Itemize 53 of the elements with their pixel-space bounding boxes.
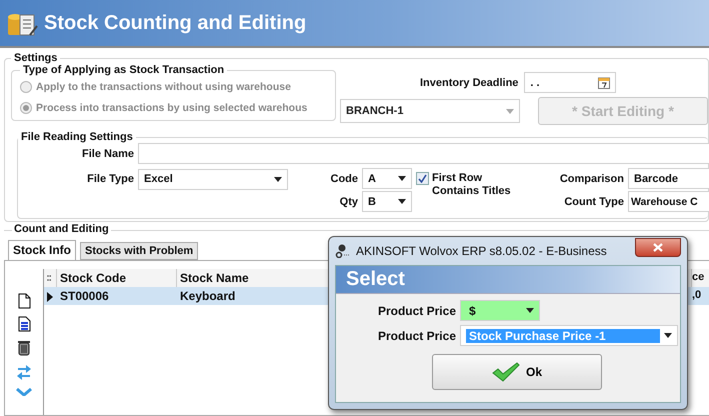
tab[interactable]: Stock Info [8, 240, 76, 260]
field-label: Inventory Deadline [420, 76, 518, 88]
date-field[interactable]: . . [524, 72, 616, 93]
field-label: Product Price [376, 304, 456, 318]
field-label: Comparison [558, 172, 624, 184]
ok-button[interactable]: Ok [432, 354, 602, 390]
caret-icon [664, 333, 672, 338]
swap-arrows-icon[interactable] [16, 363, 32, 381]
caret-icon [526, 308, 534, 313]
checkmark-icon [492, 362, 520, 382]
checkbox[interactable] [416, 172, 429, 185]
dropdown-value: $ [468, 304, 477, 318]
radio-label: Process into transactions by using selected warehous [36, 102, 308, 114]
caret-icon [398, 199, 406, 204]
table-cell-text: ,0 [692, 288, 702, 303]
dropdown-value: Stock Purchase Price -1 [466, 328, 660, 342]
group-title: File Reading Settings [20, 131, 134, 143]
close-button[interactable] [635, 238, 681, 256]
section-title: Count and Editing [12, 223, 111, 235]
dropdown[interactable]: $ [460, 300, 540, 321]
table-cell-text: Keyboard [179, 288, 236, 305]
dialog-heading: Select [336, 266, 680, 294]
caret-icon [398, 176, 406, 181]
trash-icon[interactable] [17, 339, 31, 356]
grip-icon [47, 274, 51, 282]
field-label: Count Type [563, 196, 624, 208]
table-cell-text: ST00006 [59, 288, 110, 305]
field-label: Code [330, 172, 358, 184]
comparison-field[interactable]: Barcode [628, 168, 709, 189]
dropdown[interactable]: B [362, 191, 412, 212]
field-label: Qty [338, 196, 358, 208]
dropdown[interactable]: Excel [138, 168, 288, 190]
caret-icon [506, 108, 514, 114]
page-title: Stock Counting and Editing [44, 12, 306, 34]
file-name-field[interactable] [138, 143, 709, 164]
dialog-title: AKINSOFT Wolvox ERP s8.05.02 - E-Business [356, 244, 607, 258]
radio-label: Apply to the transactions without using warehouse [36, 80, 291, 92]
app-icon [335, 244, 351, 258]
field-label: Product Price [376, 328, 456, 342]
tab[interactable]: Stocks with Problem [80, 242, 198, 260]
new-document-icon[interactable] [17, 293, 31, 309]
field-label: File Name [81, 148, 134, 160]
field-label: File Type [86, 173, 134, 185]
section-title: Settings [13, 52, 58, 64]
checkbox-label: First Row Contains Titles [432, 172, 512, 198]
document-icon[interactable] [17, 316, 31, 332]
caret-icon [274, 176, 282, 182]
dropdown[interactable]: A [362, 168, 412, 189]
row-pointer-icon [47, 292, 53, 302]
count-type-field[interactable]: Warehouse C [628, 191, 709, 212]
calendar-icon [598, 76, 610, 89]
close-icon [653, 242, 663, 252]
group-title: Type of Applying as Stock Transaction [22, 64, 226, 76]
